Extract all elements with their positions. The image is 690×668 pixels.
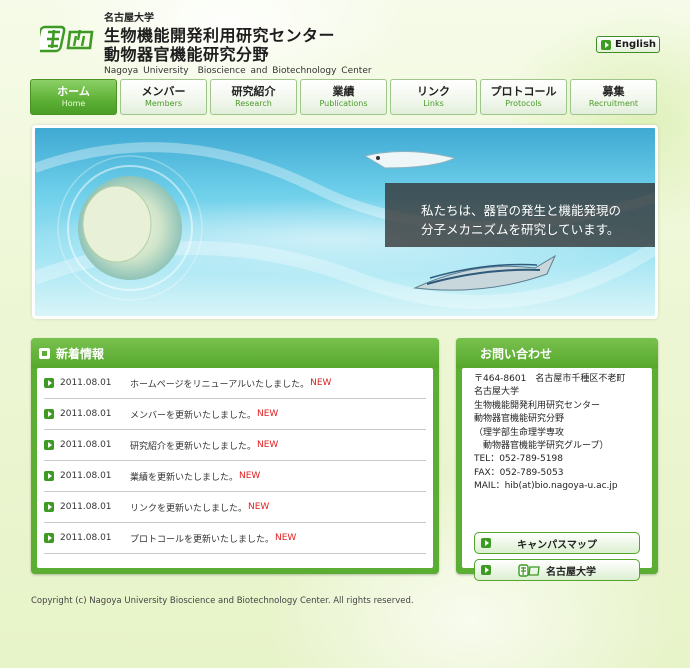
- new-badge: NEW: [275, 533, 297, 543]
- contact-line: MAIL：hib(at)bio.nagoya-u.ac.jp: [474, 481, 618, 492]
- contact-line: FAX：052-789-5053: [474, 467, 564, 478]
- news-date: 2011.08.01: [60, 533, 112, 543]
- news-date: 2011.08.01: [60, 378, 112, 388]
- contact-title: お問い合わせ: [480, 346, 553, 361]
- nav-label-en: Links: [423, 99, 444, 108]
- hero-caption-line1: 私たちは、器官の発生と機能発現の: [421, 203, 622, 218]
- nav-item-protocols[interactable]: プロトコール Protocols: [480, 79, 567, 115]
- nav-label-jp: 業績: [332, 85, 355, 98]
- contact-line: 生物機能開発利用研究センター: [474, 400, 601, 411]
- nav-label-en: Home: [61, 99, 86, 108]
- nav-label-jp: リンク: [417, 85, 450, 98]
- news-item[interactable]: 2011.08.01 リンクを更新いたしました。 NEW: [44, 492, 426, 523]
- news-panel-header: 新着情報: [31, 338, 439, 368]
- news-text[interactable]: ホームページをリニューアルいたしました。: [130, 377, 309, 390]
- site-title-english: Nagoya University Bioscience and Biotech…: [104, 66, 372, 76]
- new-badge: NEW: [257, 409, 279, 419]
- nav-label-jp: メンバー: [141, 85, 186, 98]
- arrow-right-icon: [44, 471, 54, 481]
- news-text[interactable]: 研究紹介を更新いたしました。: [130, 439, 256, 452]
- nagoya-university-label: 名古屋大学: [546, 566, 596, 578]
- nagoya-university-logo-icon: [518, 563, 540, 577]
- nagoya-university-button[interactable]: 名古屋大学: [474, 559, 640, 581]
- news-item[interactable]: 2011.08.01 ホームページをリニューアルいたしました。 NEW: [44, 368, 426, 399]
- news-title: 新着情報: [56, 346, 105, 361]
- contact-panel: お問い合わせ 〒464-8601 名古屋市千種区不老町 名古屋大学 生物機能開発…: [456, 338, 658, 581]
- new-badge: NEW: [310, 378, 332, 388]
- contact-line: 名古屋大学: [474, 387, 520, 398]
- arrow-right-icon: [601, 39, 611, 50]
- nav-label-jp: ホーム: [57, 85, 90, 98]
- site-title-line2: 動物器官機能研究分野: [104, 45, 270, 64]
- news-text[interactable]: メンバーを更新いたしました。: [130, 408, 256, 421]
- campus-map-label: キャンパスマップ: [517, 539, 597, 551]
- arrow-right-icon: [44, 378, 54, 388]
- news-list: 2011.08.01 ホームページをリニューアルいたしました。 NEW 2011…: [37, 368, 433, 554]
- contact-line: （理学部生命理学専攻: [474, 427, 565, 438]
- nav-item-research[interactable]: 研究紹介 Research: [210, 79, 297, 115]
- contact-panel-body: 〒464-8601 名古屋市千種区不老町 名古屋大学 生物機能開発利用研究センタ…: [462, 368, 652, 581]
- news-item[interactable]: 2011.08.01 業績を更新いたしました。 NEW: [44, 461, 426, 492]
- nav-item-recruitment[interactable]: 募集 Recruitment: [570, 79, 657, 115]
- contact-address: 〒464-8601 名古屋市千種区不老町 名古屋大学 生物機能開発利用研究センタ…: [462, 368, 652, 494]
- contact-line: 動物器官機能学研究グループ）: [474, 441, 609, 452]
- news-text[interactable]: 業績を更新いたしました。: [130, 470, 238, 483]
- nav-label-en: Research: [235, 99, 272, 108]
- new-badge: NEW: [239, 471, 261, 481]
- nav-label-en: Publications: [319, 99, 368, 108]
- contact-line: 〒464-8601 名古屋市千種区不老町: [474, 374, 626, 384]
- nav-label-en: Protocols: [505, 99, 542, 108]
- campus-map-button[interactable]: キャンパスマップ: [474, 532, 640, 554]
- nav-item-home[interactable]: ホーム Home: [30, 79, 117, 115]
- lab-logo-icon[interactable]: [40, 22, 96, 54]
- news-item[interactable]: 2011.08.01 研究紹介を更新いたしました。 NEW: [44, 430, 426, 461]
- news-text[interactable]: プロトコールを更新いたしました。: [130, 532, 274, 545]
- new-badge: NEW: [248, 502, 270, 512]
- news-panel: 新着情報 2011.08.01 ホームページをリニューアルいたしました。 NEW…: [31, 338, 439, 574]
- english-button[interactable]: English: [596, 36, 660, 53]
- nav-item-links[interactable]: リンク Links: [390, 79, 477, 115]
- copyright-text: Copyright (c) Nagoya University Bioscien…: [31, 596, 414, 606]
- news-date: 2011.08.01: [60, 471, 112, 481]
- nav-label-en: Members: [144, 99, 183, 108]
- news-panel-body: 2011.08.01 ホームページをリニューアルいたしました。 NEW 2011…: [37, 368, 433, 568]
- arrow-right-icon: [44, 502, 54, 512]
- hero-caption-line2: 分子メカニズムを研究しています。: [421, 222, 620, 237]
- nav-label-jp: 募集: [602, 85, 625, 98]
- arrow-right-icon: [44, 533, 54, 543]
- new-badge: NEW: [257, 440, 279, 450]
- english-label: English: [615, 39, 657, 50]
- news-text[interactable]: リンクを更新いたしました。: [130, 501, 247, 514]
- nav-item-members[interactable]: メンバー Members: [120, 79, 207, 115]
- news-date: 2011.08.01: [60, 502, 112, 512]
- contact-line: TEL：052-789-5198: [474, 454, 563, 465]
- arrow-right-icon: [44, 409, 54, 419]
- nav-item-publications[interactable]: 業績 Publications: [300, 79, 387, 115]
- arrow-right-icon: [44, 440, 54, 450]
- nav-label-en: Recruitment: [588, 99, 639, 108]
- hero-banner: 私たちは、器官の発生と機能発現の 分子メカニズムを研究しています。: [32, 125, 658, 319]
- square-bullet-icon: [39, 347, 50, 359]
- news-date: 2011.08.01: [60, 409, 112, 419]
- news-item[interactable]: 2011.08.01 メンバーを更新いたしました。 NEW: [44, 399, 426, 430]
- nav-label-jp: 研究紹介: [231, 85, 276, 98]
- main-nav: ホーム Home メンバー Members 研究紹介 Research 業績 P…: [30, 79, 660, 115]
- news-date: 2011.08.01: [60, 440, 112, 450]
- contact-panel-header: お問い合わせ: [456, 338, 658, 368]
- arrow-right-icon: [481, 538, 491, 548]
- contact-line: 動物器官機能研究分野: [474, 414, 565, 425]
- news-item[interactable]: 2011.08.01 プロトコールを更新いたしました。 NEW: [44, 523, 426, 554]
- hero-caption: 私たちは、器官の発生と機能発現の 分子メカニズムを研究しています。: [385, 183, 655, 247]
- arrow-right-icon: [481, 565, 491, 575]
- nav-label-jp: プロトコール: [490, 85, 557, 98]
